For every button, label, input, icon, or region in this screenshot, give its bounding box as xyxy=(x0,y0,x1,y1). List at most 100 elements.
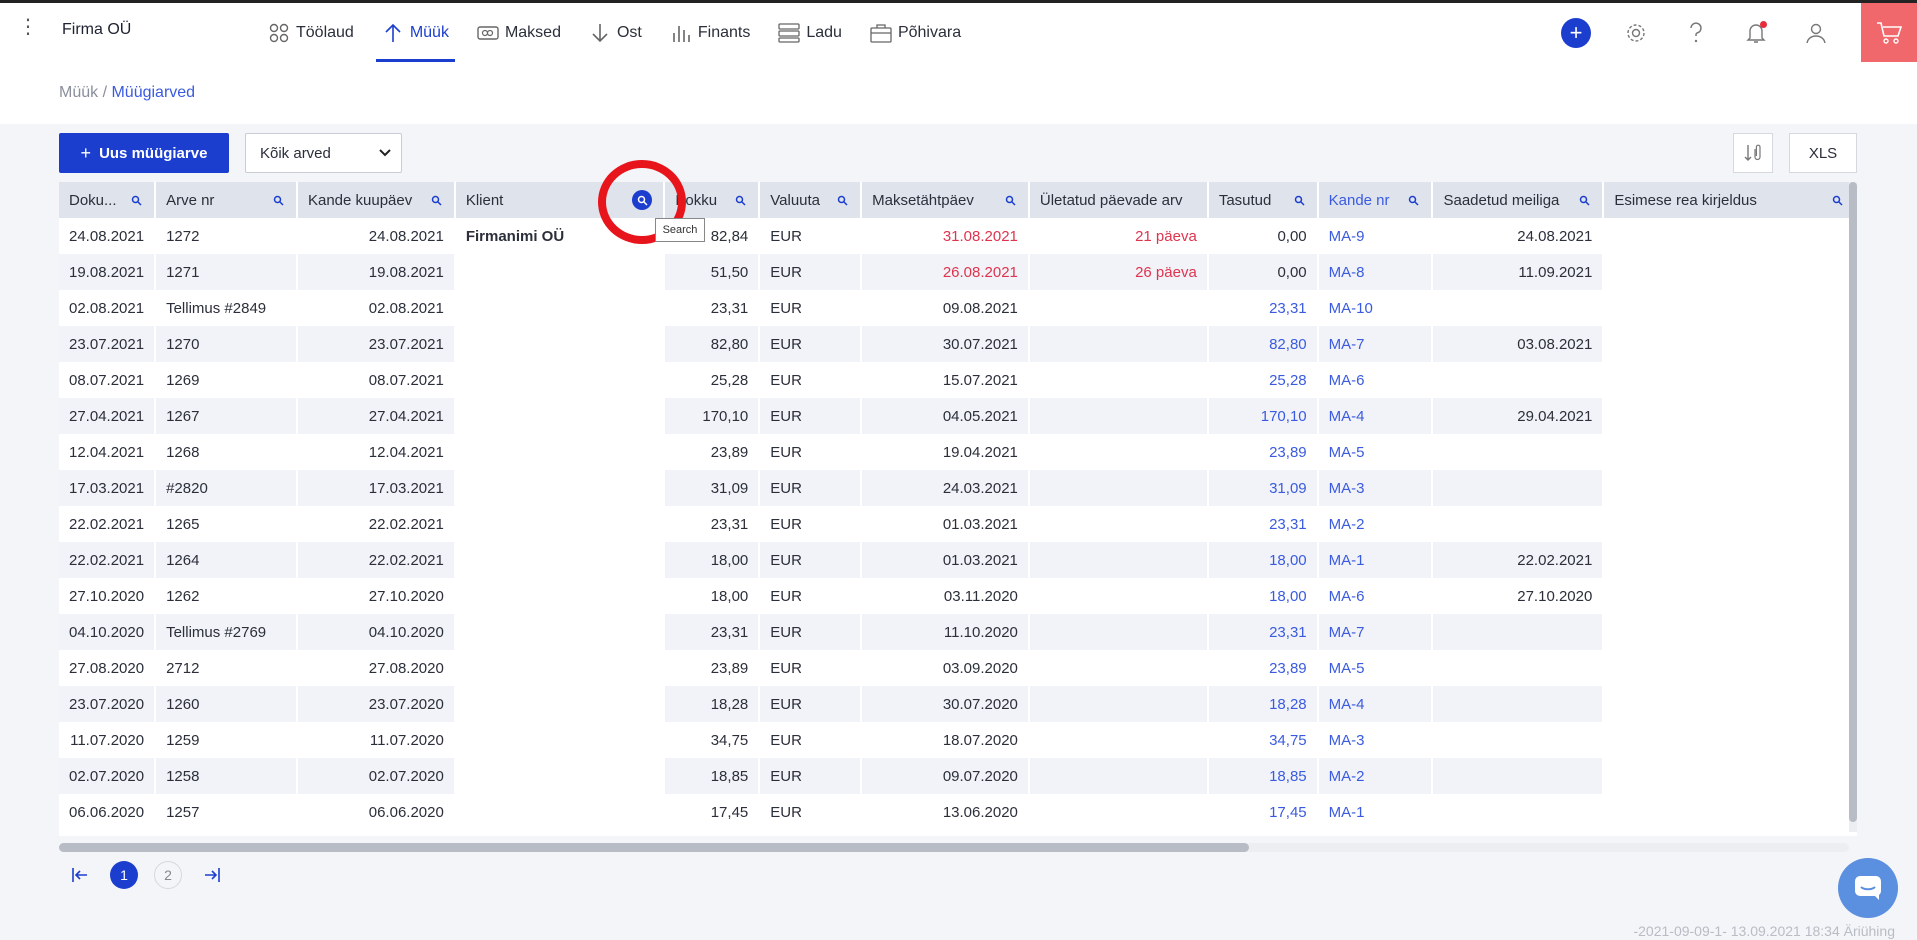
settings-gear-icon[interactable] xyxy=(1621,18,1651,48)
page-1-button[interactable]: 1 xyxy=(110,861,138,889)
table-row[interactable]: 24.08.2021 1272 24.08.2021 Firmanimi OÜ 82,8… xyxy=(59,218,1857,254)
column-header-label: Doku... xyxy=(69,191,117,209)
column-header[interactable]: Arve nr xyxy=(156,182,298,218)
invoice-filter-select[interactable]: Kõik arved xyxy=(245,133,402,173)
table-cell: 34,75 xyxy=(1209,722,1319,758)
table-cell: EUR xyxy=(760,722,863,758)
table-row[interactable]: 23.07.2020 1260 23.07.2020 18,28 EUR 30.07.20… xyxy=(59,686,1857,722)
table-row[interactable]: 02.08.2021 Tellimus #2849 02.08.2021 23,31 E… xyxy=(59,290,1857,326)
table-cell: 1257 xyxy=(156,794,298,830)
vertical-scrollbar[interactable] xyxy=(1849,182,1857,832)
nav-item-muuk[interactable]: Müük xyxy=(368,3,463,62)
column-header[interactable]: Kande kuupäev xyxy=(297,182,456,218)
scrollbar-thumb[interactable] xyxy=(1849,182,1857,822)
table-row[interactable]: 04.10.2020 Tellimus #2769 04.10.2020 23,31 E… xyxy=(59,614,1857,650)
column-header[interactable]: Ületatud päevade arv xyxy=(1029,182,1209,218)
table-row[interactable]: 22.02.2021 1265 22.02.2021 23,31 EUR 01.03.20… xyxy=(59,506,1857,542)
table-cell: 18,00 xyxy=(1209,578,1319,614)
table-cell: MA-1 xyxy=(1318,542,1434,578)
column-header[interactable]: Kande nr xyxy=(1318,182,1434,218)
column-header[interactable]: Tasutud xyxy=(1208,182,1319,218)
table-cell: 23.07.2021 xyxy=(297,326,456,362)
table-row[interactable]: 22.02.2021 1264 22.02.2021 18,00 EUR 01.03.20… xyxy=(59,542,1857,578)
column-header[interactable]: Valuuta xyxy=(760,182,863,218)
table-row[interactable]: 23.07.2021 1270 23.07.2021 82,80 EUR 30.07.20… xyxy=(59,326,1857,362)
table-cell xyxy=(1433,794,1605,830)
nav-item-finants[interactable]: Finants xyxy=(656,3,764,62)
invoice-table-container: Doku... Arve nr Kande kuupäev Klient Kokku Va… xyxy=(59,182,1857,836)
table-cell: MA-8 xyxy=(1318,254,1434,290)
table-cell: 23,31 xyxy=(1209,506,1319,542)
column-header-label: Kokku xyxy=(675,191,718,209)
breadcrumb-current[interactable]: Müügiarved xyxy=(111,84,195,101)
nav-item-toolaud[interactable]: Töölaud xyxy=(254,3,368,62)
chat-support-button[interactable] xyxy=(1838,858,1898,918)
column-search-icon[interactable] xyxy=(429,193,444,208)
table-cell: 03.11.2020 xyxy=(862,578,1030,614)
column-header[interactable]: Doku... xyxy=(59,182,157,218)
column-search-icon[interactable] xyxy=(632,190,653,210)
table-row[interactable]: 27.10.2020 1262 27.10.2020 18,00 EUR 03.11.20… xyxy=(59,578,1857,614)
table-cell: 27.08.2020 xyxy=(59,650,157,686)
table-row[interactable]: 27.04.2021 1267 27.04.2021 170,10 EUR 04.05.2… xyxy=(59,398,1857,434)
table-row[interactable]: 12.04.2021 1268 12.04.2021 23,89 EUR 19.04.20… xyxy=(59,434,1857,470)
column-search-icon[interactable] xyxy=(733,193,748,208)
nav-item-pohivara[interactable]: Põhivara xyxy=(856,3,975,62)
table-cell: 22.02.2021 xyxy=(297,542,456,578)
column-search-icon[interactable] xyxy=(1830,193,1845,208)
new-sales-invoice-button[interactable]: + Uus müügiarve xyxy=(59,133,229,173)
table-cell: 04.05.2021 xyxy=(862,398,1030,434)
table-cell: 04.10.2020 xyxy=(297,614,456,650)
table-row[interactable]: 02.07.2020 1258 02.07.2020 18,85 EUR 09.07.20… xyxy=(59,758,1857,794)
column-search-icon[interactable] xyxy=(271,193,286,208)
column-search-icon[interactable] xyxy=(129,193,144,208)
shopping-cart-icon[interactable] xyxy=(1861,3,1917,62)
column-header[interactable]: Kokku xyxy=(665,182,761,218)
table-row[interactable]: 11.07.2020 1259 11.07.2020 34,75 EUR 18.07.20… xyxy=(59,722,1857,758)
table-cell xyxy=(1604,362,1857,398)
help-icon[interactable] xyxy=(1681,18,1711,48)
notification-bell-icon[interactable] xyxy=(1741,18,1771,48)
table-cell: MA-9 xyxy=(1319,218,1434,254)
quick-add-button[interactable]: + xyxy=(1561,17,1591,48)
user-profile-icon[interactable] xyxy=(1801,18,1831,48)
column-search-icon[interactable] xyxy=(1003,193,1018,208)
table-row[interactable]: 06.06.2020 1257 06.06.2020 17,45 EUR 13.06.20… xyxy=(59,794,1857,830)
table-row[interactable]: 27.08.2020 2712 27.08.2020 23,89 EUR 03.09.20… xyxy=(59,650,1857,686)
table-cell: 09.08.2021 xyxy=(862,290,1030,326)
table-cell xyxy=(455,686,666,722)
column-header[interactable]: Saadetud meiliga xyxy=(1433,182,1605,218)
breadcrumb-parent[interactable]: Müük xyxy=(59,84,98,101)
table-row[interactable]: 08.07.2021 1269 08.07.2021 25,28 EUR 15.07.20… xyxy=(59,362,1857,398)
table-cell xyxy=(455,722,666,758)
horizontal-scrollbar[interactable] xyxy=(59,843,1849,852)
table-cell: 27.04.2021 xyxy=(59,398,157,434)
scrollbar-thumb[interactable] xyxy=(59,843,1249,852)
table-row[interactable]: 17.03.2021 #2820 17.03.2021 31,09 EUR 24.03.2… xyxy=(59,470,1857,506)
first-page-icon[interactable] xyxy=(66,861,94,889)
sort-attachment-button[interactable] xyxy=(1733,133,1773,173)
dashboard-icon xyxy=(268,22,290,44)
nav-item-ost[interactable]: Ost xyxy=(575,3,656,62)
more-menu-icon[interactable]: ⋮ xyxy=(18,17,38,37)
table-row[interactable]: 19.08.2021 1271 19.08.2021 51,50 EUR 26.08.20… xyxy=(59,254,1857,290)
column-search-icon[interactable] xyxy=(1406,193,1421,208)
column-header[interactable]: Maksetähtpäev xyxy=(862,182,1030,218)
nav-item-ladu[interactable]: Ladu xyxy=(764,3,856,62)
table-cell xyxy=(1604,326,1857,362)
nav-item-maksed[interactable]: Maksed xyxy=(463,3,575,62)
table-cell: 27.08.2020 xyxy=(298,650,456,686)
table-cell: 18,28 xyxy=(665,686,761,722)
column-header[interactable]: Klient xyxy=(455,182,666,218)
last-page-icon[interactable] xyxy=(198,861,226,889)
table-cell: 18.07.2020 xyxy=(862,722,1030,758)
export-xls-button[interactable]: XLS xyxy=(1789,133,1857,173)
table-cell: 01.03.2021 xyxy=(862,506,1030,542)
column-search-icon[interactable] xyxy=(1292,193,1307,208)
column-search-icon[interactable] xyxy=(835,193,850,208)
table-cell xyxy=(455,614,666,650)
company-name[interactable]: Firma OÜ xyxy=(62,21,131,39)
column-search-icon[interactable] xyxy=(1577,193,1592,208)
column-header[interactable]: Esimese rea kirjeldus xyxy=(1604,182,1857,218)
page-2-button[interactable]: 2 xyxy=(154,861,182,889)
